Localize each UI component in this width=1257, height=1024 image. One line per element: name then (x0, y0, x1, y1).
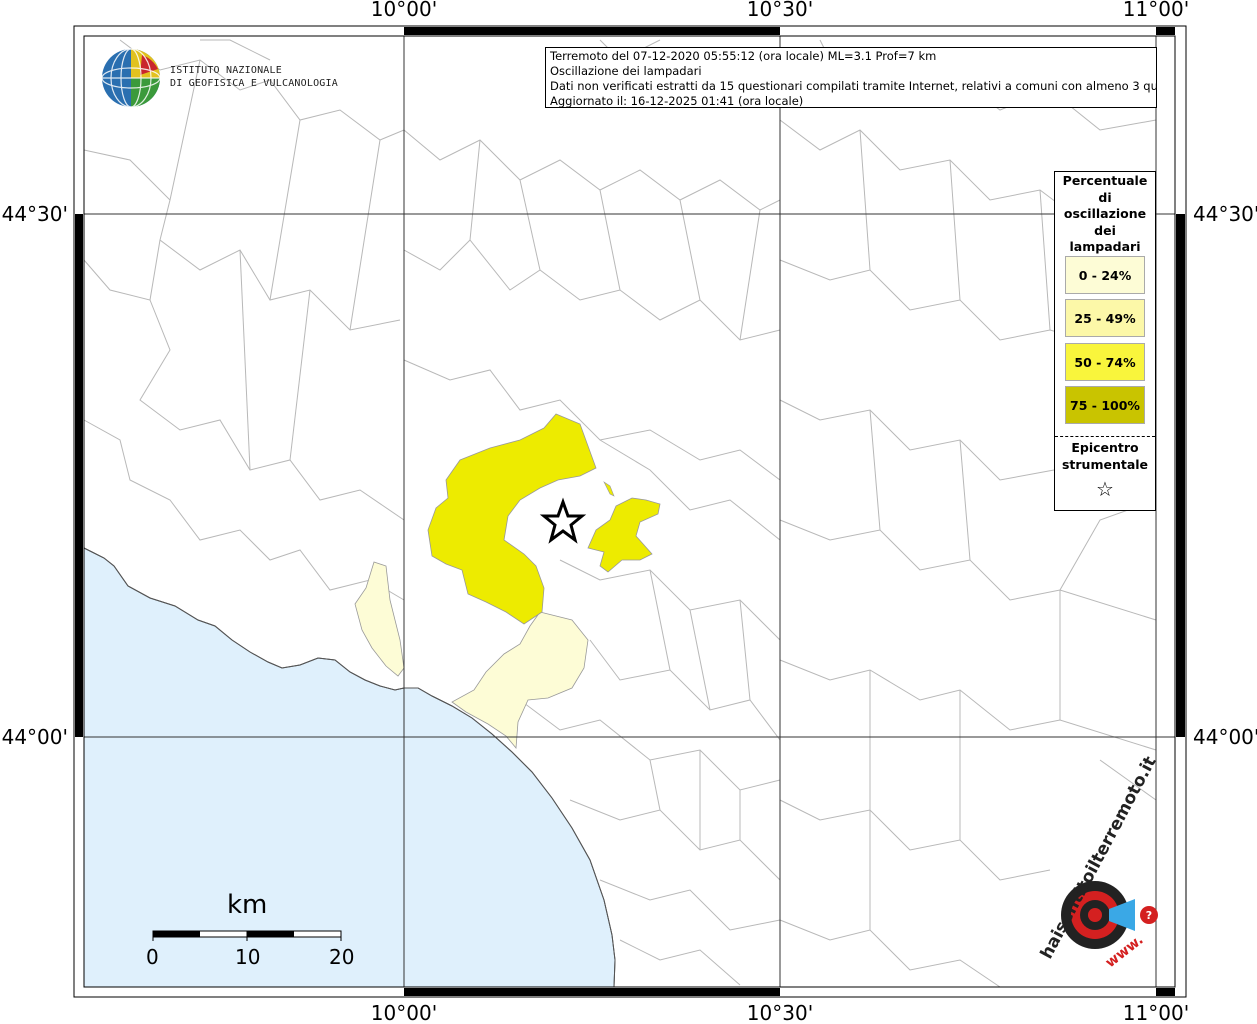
event-info-updated: Aggiornato il: 16-12-2025 01:41 (ora loc… (550, 94, 804, 108)
legend-title: Percentuale di oscillazione dei lampadar… (1055, 173, 1155, 256)
legend-item-50-74: 50 - 74% (1065, 343, 1145, 381)
legend-item-0-24: 0 - 24% (1065, 256, 1145, 294)
legend-title-line: lampadari (1069, 239, 1141, 254)
ingv-logo-line1: ISTITUTO NAZIONALE (170, 65, 282, 76)
lon-label-bottom-1: 10°00' (371, 1001, 437, 1024)
lat-label-right-2: 44°00' (1193, 725, 1257, 749)
svg-text:?: ? (1146, 909, 1152, 922)
legend-title-line: dei (1094, 222, 1116, 238)
lon-label-top-1: 10°00' (371, 0, 437, 21)
lat-label-left-2: 44°00' (2, 725, 68, 749)
scale-tick-10: 10 (235, 945, 261, 969)
ingv-logo-text: ISTITUTO NAZIONALE DI GEOFISICA E VULCAN… (170, 64, 338, 90)
event-info-box: Terremoto del 07-12-2020 05:55:12 (ora l… (545, 47, 1157, 108)
legend-epicenter-label: Epicentro strumentale (1055, 440, 1155, 473)
ingv-logo-line2: DI GEOFISICA E VULCANOLOGIA (170, 78, 338, 89)
event-info-note: Dati non verificati estratti da 15 quest… (550, 79, 1157, 93)
legend-item-25-49: 25 - 49% (1065, 299, 1145, 337)
map-canvas: 10°00' 10°30' 11°00' 10°00' 10°30' 11°00… (2, 0, 1257, 1024)
lon-label-bottom-3: 11°00' (1123, 1001, 1189, 1024)
event-info-subtitle: Oscillazione dei lampadari (550, 64, 702, 78)
lat-label-right-1: 44°30' (1193, 202, 1257, 226)
legend-separator (1055, 436, 1155, 437)
legend-panel: Percentuale di oscillazione dei lampadar… (1054, 171, 1156, 511)
legend-title-line: Percentuale (1062, 173, 1148, 188)
lon-label-bottom-2: 10°30' (747, 1001, 813, 1024)
legend-star-icon: ☆ (1096, 477, 1114, 501)
legend-title-line: oscillazione (1063, 206, 1147, 221)
lat-label-left-1: 44°30' (2, 202, 68, 226)
event-info-title: Terremoto del 07-12-2020 05:55:12 (ora l… (550, 49, 937, 63)
lon-label-top-3: 11°00' (1123, 0, 1189, 21)
legend-epicenter-line: Epicentro (1071, 440, 1139, 455)
ingv-logo: ISTITUTO NAZIONALE DI GEOFISICA E VULCAN… (100, 47, 338, 111)
ingv-globe-icon (101, 48, 161, 108)
legend-title-line: di (1098, 189, 1112, 205)
scale-unit: km (227, 890, 268, 920)
scale-tick-0: 0 (146, 945, 159, 969)
legend-item-75-100: 75 - 100% (1065, 386, 1145, 424)
legend-epicenter-line: strumentale (1061, 456, 1149, 472)
scale-tick-20: 20 (329, 945, 355, 969)
lon-label-top-2: 10°30' (747, 0, 813, 21)
